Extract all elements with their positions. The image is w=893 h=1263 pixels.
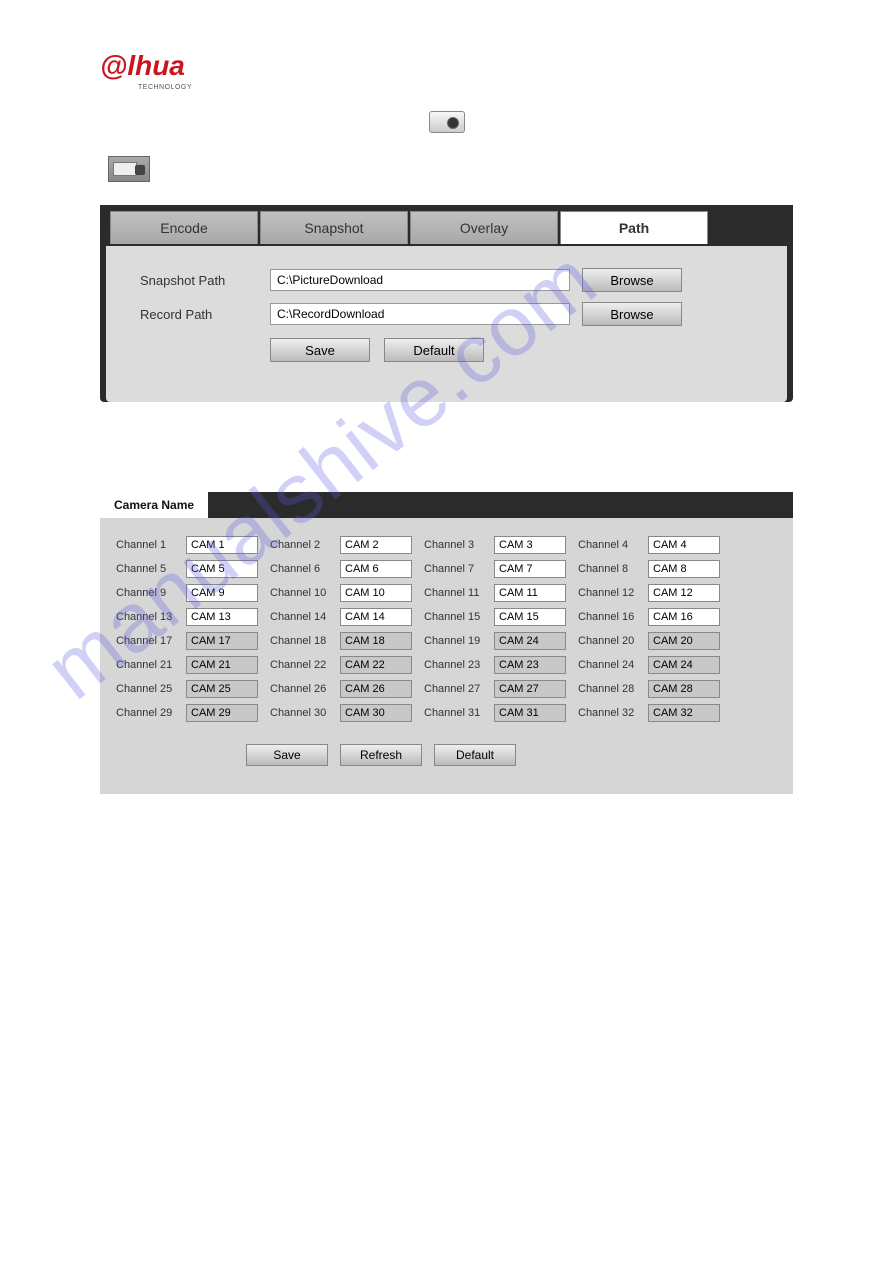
refresh-button[interactable]: Refresh [340, 744, 422, 766]
channel-input[interactable] [494, 656, 566, 674]
channel-label: Channel 22 [270, 659, 330, 671]
tab-snapshot[interactable]: Snapshot [260, 211, 408, 244]
record-browse-button[interactable]: Browse [582, 302, 682, 326]
channel-input[interactable] [186, 680, 258, 698]
channel-label: Channel 18 [270, 635, 330, 647]
channel-input[interactable] [648, 560, 720, 578]
channel-input[interactable] [648, 656, 720, 674]
brand-tagline: TECHNOLOGY [138, 84, 793, 91]
channel-input[interactable] [648, 704, 720, 722]
channel-input[interactable] [186, 704, 258, 722]
channel-label: Channel 2 [270, 539, 330, 551]
channel-label: Channel 11 [424, 587, 484, 599]
channel-grid: Channel 1 Channel 2 Channel 3 Channel 4 Chan… [116, 536, 777, 722]
tab-camera-name[interactable]: Camera Name [100, 492, 208, 518]
camera-icon [429, 111, 465, 133]
tab-path[interactable]: Path [560, 211, 708, 244]
channel-label: Channel 5 [116, 563, 176, 575]
channel-input[interactable] [494, 632, 566, 650]
channel-label: Channel 6 [270, 563, 330, 575]
channel-input[interactable] [340, 608, 412, 626]
channel-input[interactable] [186, 608, 258, 626]
path-body: Snapshot Path Browse Record Path Browse … [106, 244, 787, 402]
snapshot-path-input[interactable] [270, 269, 570, 291]
channel-label: Channel 7 [424, 563, 484, 575]
channel-label: Channel 27 [424, 683, 484, 695]
encode-panel: Encode Snapshot Overlay Path Snapshot Pa… [100, 205, 793, 402]
channel-label: Channel 14 [270, 611, 330, 623]
tab-overlay[interactable]: Overlay [410, 211, 558, 244]
channel-input[interactable] [494, 608, 566, 626]
encode-tabs: Encode Snapshot Overlay Path [100, 205, 793, 244]
channel-input[interactable] [340, 680, 412, 698]
channel-label: Channel 9 [116, 587, 176, 599]
channel-label: Channel 17 [116, 635, 176, 647]
save-button[interactable]: Save [270, 338, 370, 362]
channel-input[interactable] [186, 656, 258, 674]
channel-label: Channel 19 [424, 635, 484, 647]
channel-input[interactable] [494, 704, 566, 722]
channel-label: Channel 8 [578, 563, 638, 575]
channel-label: Channel 21 [116, 659, 176, 671]
channel-label: Channel 20 [578, 635, 638, 647]
record-camera-icon [108, 156, 150, 182]
channel-input[interactable] [494, 680, 566, 698]
channel-label: Channel 1 [116, 539, 176, 551]
default-button[interactable]: Default [384, 338, 484, 362]
channel-label: Channel 16 [578, 611, 638, 623]
channel-input[interactable] [648, 632, 720, 650]
snapshot-path-label: Snapshot Path [140, 273, 270, 288]
channel-label: Channel 24 [578, 659, 638, 671]
tab-encode[interactable]: Encode [110, 211, 258, 244]
channel-label: Channel 28 [578, 683, 638, 695]
channel-input[interactable] [340, 560, 412, 578]
channel-label: Channel 3 [424, 539, 484, 551]
channel-input[interactable] [648, 536, 720, 554]
channel-label: Channel 15 [424, 611, 484, 623]
channel-input[interactable] [494, 560, 566, 578]
channel-input[interactable] [340, 632, 412, 650]
brand-name: lhua [127, 50, 185, 81]
channel-input[interactable] [186, 536, 258, 554]
channel-label: Channel 32 [578, 707, 638, 719]
channel-label: Channel 30 [270, 707, 330, 719]
channel-label: Channel 26 [270, 683, 330, 695]
channel-input[interactable] [648, 608, 720, 626]
channel-label: Channel 25 [116, 683, 176, 695]
channel-input[interactable] [340, 584, 412, 602]
default-button[interactable]: Default [434, 744, 516, 766]
camera-name-panel: Camera Name Channel 1Channel 2Channel 3C… [100, 492, 793, 794]
channel-input[interactable] [648, 680, 720, 698]
channel-label: Channel 23 [424, 659, 484, 671]
channel-input[interactable] [186, 584, 258, 602]
channel-input[interactable] [186, 632, 258, 650]
channel-input[interactable] [494, 536, 566, 554]
record-path-input[interactable] [270, 303, 570, 325]
channel-label: Channel 10 [270, 587, 330, 599]
channel-input[interactable] [648, 584, 720, 602]
channel-input[interactable] [494, 584, 566, 602]
channel-label: Channel 13 [116, 611, 176, 623]
record-path-label: Record Path [140, 307, 270, 322]
channel-input[interactable] [340, 704, 412, 722]
brand-logo: lhua [100, 50, 793, 82]
channel-input[interactable] [186, 560, 258, 578]
channel-label: Channel 31 [424, 707, 484, 719]
channel-label: Channel 4 [578, 539, 638, 551]
channel-label: Channel 12 [578, 587, 638, 599]
save-button[interactable]: Save [246, 744, 328, 766]
channel-input[interactable] [340, 536, 412, 554]
channel-label: Channel 29 [116, 707, 176, 719]
snapshot-browse-button[interactable]: Browse [582, 268, 682, 292]
channel-input[interactable] [340, 656, 412, 674]
